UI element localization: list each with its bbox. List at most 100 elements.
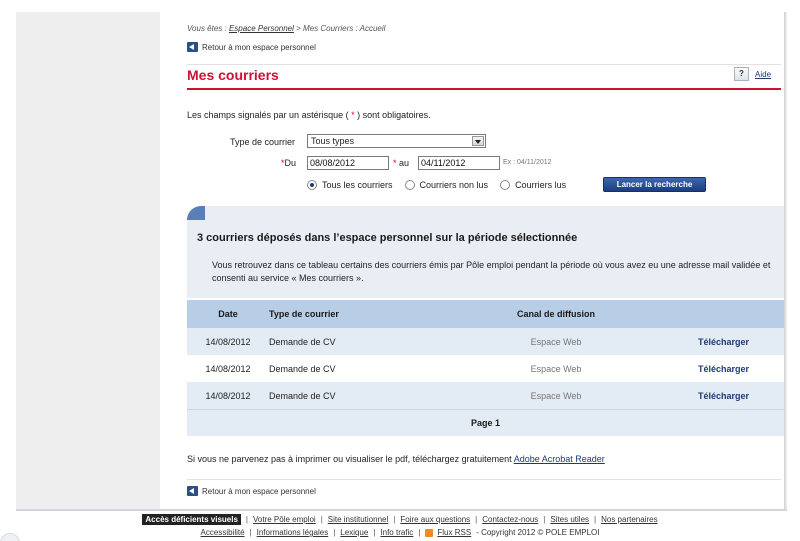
breadcrumb-espace-personnel-link[interactable]: Espace Personnel xyxy=(229,24,294,33)
mandatory-note: Les champs signalés par un astérisque ( … xyxy=(187,110,431,120)
footer-separator: | xyxy=(418,528,421,537)
divider xyxy=(187,479,781,480)
main-content: Vous êtes : Espace Personnel > Mes Courr… xyxy=(160,12,784,509)
breadcrumb: Vous êtes : Espace Personnel > Mes Courr… xyxy=(187,24,385,33)
type-courrier-label: Type de courrier xyxy=(230,137,296,147)
footer-separator: | xyxy=(393,515,396,524)
left-sidebar xyxy=(16,12,160,509)
col-header-date: Date xyxy=(218,309,238,319)
footer-separator: | xyxy=(245,515,248,524)
cell-canal: Espace Web xyxy=(530,363,582,374)
breadcrumb-prefix: Vous êtes : xyxy=(187,24,227,33)
footer-separator: | xyxy=(594,515,597,524)
footer-copyright: - Copyright 2012 © POLE EMPLOI xyxy=(476,528,600,537)
mandatory-note-after: ) sont obligatoires. xyxy=(357,110,431,120)
mandatory-note-before: Les champs signalés par un astérisque ( xyxy=(187,110,349,120)
pdf-note-text: Si vous ne parvenez pas à imprimer ou vi… xyxy=(187,454,512,464)
telecharger-link[interactable]: Télécharger xyxy=(663,337,784,347)
content-bottom-border xyxy=(16,509,787,511)
footer-separator: | xyxy=(543,515,546,524)
type-courrier-select[interactable]: Tous types xyxy=(307,134,486,148)
cell-canal: Espace Web xyxy=(530,390,582,401)
read-status-radio-group: Tous les courriers Courriers non lus Cou… xyxy=(307,178,578,192)
footer-faq-link[interactable]: Foire aux questions xyxy=(400,515,470,524)
chevron-down-icon[interactable] xyxy=(472,136,484,146)
title-underline xyxy=(187,88,781,90)
col-header-type: Type de courrier xyxy=(269,309,339,319)
radio-courriers-non-lus[interactable]: Courriers non lus xyxy=(404,180,489,190)
back-to-espace-link-bottom[interactable]: Retour à mon espace personnel xyxy=(187,485,316,497)
date-du-input[interactable] xyxy=(307,156,389,170)
help-label[interactable]: Aide xyxy=(755,70,771,79)
radio-label: Courriers lus xyxy=(515,180,567,190)
page: Vous êtes : Espace Personnel > Mes Courr… xyxy=(0,0,800,541)
au-label: * au xyxy=(393,158,409,168)
radio-label: Courriers non lus xyxy=(419,180,489,190)
footer-flux-rss-link[interactable]: Flux RSS xyxy=(437,528,471,537)
pagination[interactable]: Page 1 xyxy=(187,409,784,436)
cell-canal: Espace Web xyxy=(530,336,582,347)
telecharger-link[interactable]: Télécharger xyxy=(663,364,784,374)
radio-label: Tous les courriers xyxy=(322,180,393,190)
footer-separator: | xyxy=(373,528,376,537)
footer-lexique-link[interactable]: Lexique xyxy=(340,528,368,537)
cell-date: 14/08/2012 xyxy=(205,390,251,401)
footer-separator: | xyxy=(320,515,323,524)
footer-contact-link[interactable]: Contactez-nous xyxy=(482,515,538,524)
cell-type: Demande de CV xyxy=(269,363,336,374)
table-header: Date Type de courrier Canal de diffusion xyxy=(187,300,784,328)
telecharger-link[interactable]: Télécharger xyxy=(663,391,784,401)
acrobat-reader-link[interactable]: Adobe Acrobat Reader xyxy=(514,454,605,464)
footer-accessibilite-link[interactable]: Accessibilité xyxy=(201,528,245,537)
footer-separator: | xyxy=(333,528,336,537)
footer-separator: | xyxy=(475,515,478,524)
table-row: 14/08/2012 Demande de CV Espace Web Télé… xyxy=(187,328,784,355)
panel-corner-decoration xyxy=(187,206,205,220)
footer: Accès déficients visuels | Votre Pôle em… xyxy=(0,513,800,539)
cell-date: 14/08/2012 xyxy=(205,336,251,347)
footer-acces-deficients-link[interactable]: Accès déficients visuels xyxy=(142,514,241,525)
date-au-input[interactable] xyxy=(418,156,500,170)
cell-date: 14/08/2012 xyxy=(205,363,251,374)
footer-site-institutionnel-link[interactable]: Site institutionnel xyxy=(328,515,388,524)
au-star: * xyxy=(393,158,397,168)
footer-votre-pole-emploi-link[interactable]: Votre Pôle emploi xyxy=(253,515,316,524)
footer-sites-utiles-link[interactable]: Sites utiles xyxy=(550,515,589,524)
breadcrumb-rest: > Mes Courriers : Accueil xyxy=(296,24,386,33)
type-courrier-value: Tous types xyxy=(311,136,355,146)
pdf-note: Si vous ne parvenez pas à imprimer ou vi… xyxy=(187,454,605,464)
col-header-canal: Canal de diffusion xyxy=(516,309,595,319)
date-example: Ex : 04/11/2012 xyxy=(503,159,552,166)
results-description: Vous retrouvez dans ce tableau certains … xyxy=(212,260,771,283)
back-arrow-icon xyxy=(187,486,198,496)
footer-row-2: Accessibilité | Informations légales | L… xyxy=(0,526,800,539)
radio-unchecked-icon[interactable] xyxy=(404,180,415,190)
back-link-label: Retour à mon espace personnel xyxy=(202,486,316,496)
radio-courriers-lus[interactable]: Courriers lus xyxy=(500,180,566,190)
footer-row-1: Accès déficients visuels | Votre Pôle em… xyxy=(0,513,800,526)
help-link[interactable]: ? Aide xyxy=(734,67,771,81)
radio-tous-courriers[interactable]: Tous les courriers xyxy=(307,180,393,190)
footer-separator: | xyxy=(249,528,252,537)
results-title: 3 courriers déposés dans l’espace person… xyxy=(197,232,578,244)
divider xyxy=(187,64,781,65)
footer-informations-legales-link[interactable]: Informations légales xyxy=(257,528,329,537)
radio-checked-icon[interactable] xyxy=(307,180,317,190)
back-arrow-icon xyxy=(187,42,198,52)
cell-type: Demande de CV xyxy=(269,336,336,347)
help-icon[interactable]: ? xyxy=(734,67,749,81)
du-label: *Du xyxy=(281,158,296,168)
back-link-label: Retour à mon espace personnel xyxy=(202,42,316,52)
footer-info-trafic-link[interactable]: Info trafic xyxy=(380,528,413,537)
au-label-text: au xyxy=(399,158,410,168)
courriers-table: Date Type de courrier Canal de diffusion… xyxy=(187,300,784,436)
page-title: Mes courriers xyxy=(187,67,279,83)
rss-icon xyxy=(425,528,434,537)
table-row: 14/08/2012 Demande de CV Espace Web Télé… xyxy=(187,382,784,409)
back-to-espace-link-top[interactable]: Retour à mon espace personnel xyxy=(187,41,316,53)
footer-partenaires-link[interactable]: Nos partenaires xyxy=(601,515,657,524)
table-row: 14/08/2012 Demande de CV Espace Web Télé… xyxy=(187,355,784,382)
cell-type: Demande de CV xyxy=(269,390,336,401)
lancer-recherche-button[interactable]: Lancer la recherche xyxy=(603,177,706,192)
radio-unchecked-icon[interactable] xyxy=(500,180,511,190)
